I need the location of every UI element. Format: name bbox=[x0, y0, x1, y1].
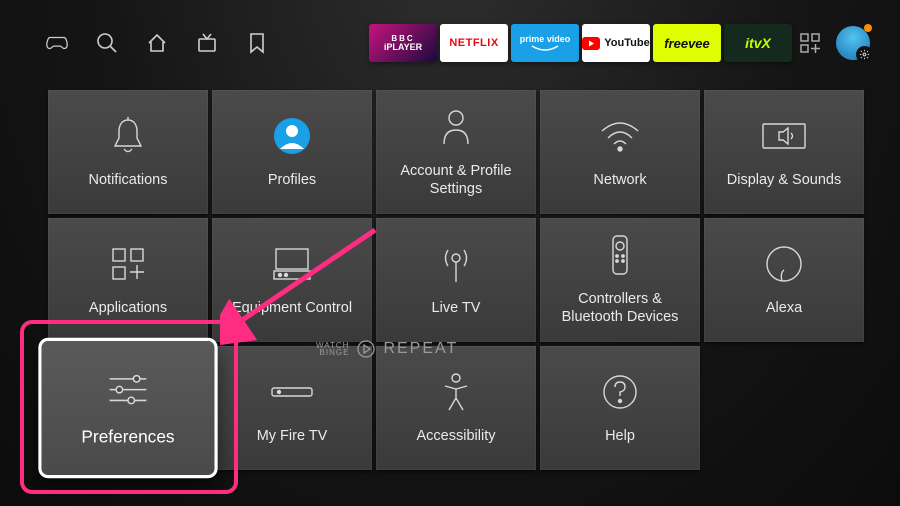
app-prime-video[interactable]: prime video bbox=[511, 24, 579, 62]
avatar-icon bbox=[273, 115, 311, 157]
tile-profiles[interactable]: Profiles bbox=[212, 90, 372, 214]
help-icon bbox=[602, 371, 638, 413]
tile-label: Account & Profile Settings bbox=[376, 162, 536, 198]
wifi-icon bbox=[599, 115, 641, 157]
tile-applications[interactable]: Applications bbox=[48, 218, 208, 342]
app-label: itvX bbox=[745, 35, 771, 51]
display-sound-icon bbox=[761, 115, 807, 157]
app-bbc-iplayer[interactable]: BBC iPLAYER bbox=[369, 24, 437, 62]
bell-icon bbox=[111, 115, 145, 157]
tv-icon[interactable] bbox=[196, 32, 218, 54]
tile-label: My Fire TV bbox=[249, 427, 336, 445]
app-itvx[interactable]: itvX bbox=[724, 24, 792, 62]
tile-network[interactable]: Network bbox=[540, 90, 700, 214]
home-icon[interactable] bbox=[146, 32, 168, 54]
controller-icon[interactable] bbox=[46, 32, 68, 54]
antenna-icon bbox=[441, 243, 471, 285]
tile-controllers-bluetooth[interactable]: Controllers & Bluetooth Devices bbox=[540, 218, 700, 342]
equipment-icon bbox=[272, 243, 312, 285]
tile-display-sounds[interactable]: Display & Sounds bbox=[704, 90, 864, 214]
nav-icons bbox=[46, 32, 268, 54]
tile-label: Notifications bbox=[81, 171, 176, 189]
tile-label: Applications bbox=[81, 299, 175, 317]
app-netflix[interactable]: NETFLIX bbox=[440, 24, 508, 62]
tile-equipment-control[interactable]: Equipment Control bbox=[212, 218, 372, 342]
app-label: prime video bbox=[520, 34, 571, 44]
tile-label: Alexa bbox=[758, 299, 810, 317]
app-grid-icon[interactable] bbox=[795, 24, 825, 62]
bookmark-icon[interactable] bbox=[246, 32, 268, 54]
app-label: freevee bbox=[664, 36, 710, 51]
tile-label: Profiles bbox=[260, 171, 324, 189]
remote-icon bbox=[611, 234, 629, 276]
person-icon bbox=[441, 106, 471, 148]
tile-alexa[interactable]: Alexa bbox=[704, 218, 864, 342]
app-youtube[interactable]: YouTube bbox=[582, 24, 650, 62]
app-label: YouTube bbox=[604, 37, 649, 49]
tile-label: Display & Sounds bbox=[719, 171, 849, 189]
profile-avatar[interactable] bbox=[836, 26, 870, 60]
settings-grid: Notifications Profiles Account & Profile… bbox=[48, 90, 880, 470]
top-bar: BBC iPLAYER NETFLIX prime video YouTube … bbox=[0, 0, 900, 72]
tile-label: Help bbox=[597, 427, 643, 445]
tile-preferences[interactable]: Preferences bbox=[42, 341, 215, 475]
sliders-icon bbox=[105, 367, 150, 412]
youtube-icon bbox=[582, 37, 600, 50]
tile-notifications[interactable]: Notifications bbox=[48, 90, 208, 214]
tile-label: Network bbox=[585, 171, 654, 189]
app-freevee[interactable]: freevee bbox=[653, 24, 721, 62]
app-label: iPLAYER bbox=[384, 43, 422, 52]
tile-label: Accessibility bbox=[409, 427, 504, 445]
search-icon[interactable] bbox=[96, 32, 118, 54]
tile-live-tv[interactable]: Live TV bbox=[376, 218, 536, 342]
tile-account-profile-settings[interactable]: Account & Profile Settings bbox=[376, 90, 536, 214]
settings-gear-icon[interactable] bbox=[856, 46, 873, 63]
tile-my-fire-tv[interactable]: My Fire TV bbox=[212, 346, 372, 470]
tile-label: Preferences bbox=[73, 427, 183, 449]
tile-accessibility[interactable]: Accessibility bbox=[376, 346, 536, 470]
alexa-icon bbox=[765, 243, 803, 285]
apps-grid-icon bbox=[110, 243, 146, 285]
tile-label: Live TV bbox=[424, 299, 489, 317]
fire-tv-device-icon bbox=[270, 371, 314, 413]
app-label: NETFLIX bbox=[449, 37, 498, 49]
settings-grid-wrap: Notifications Profiles Account & Profile… bbox=[0, 72, 900, 470]
notification-dot-icon bbox=[864, 24, 872, 32]
tile-label: Equipment Control bbox=[224, 299, 360, 317]
app-tiles: BBC iPLAYER NETFLIX prime video YouTube … bbox=[369, 24, 870, 62]
tile-label: Controllers & Bluetooth Devices bbox=[540, 290, 700, 326]
tile-help[interactable]: Help bbox=[540, 346, 700, 470]
accessibility-icon bbox=[441, 371, 471, 413]
